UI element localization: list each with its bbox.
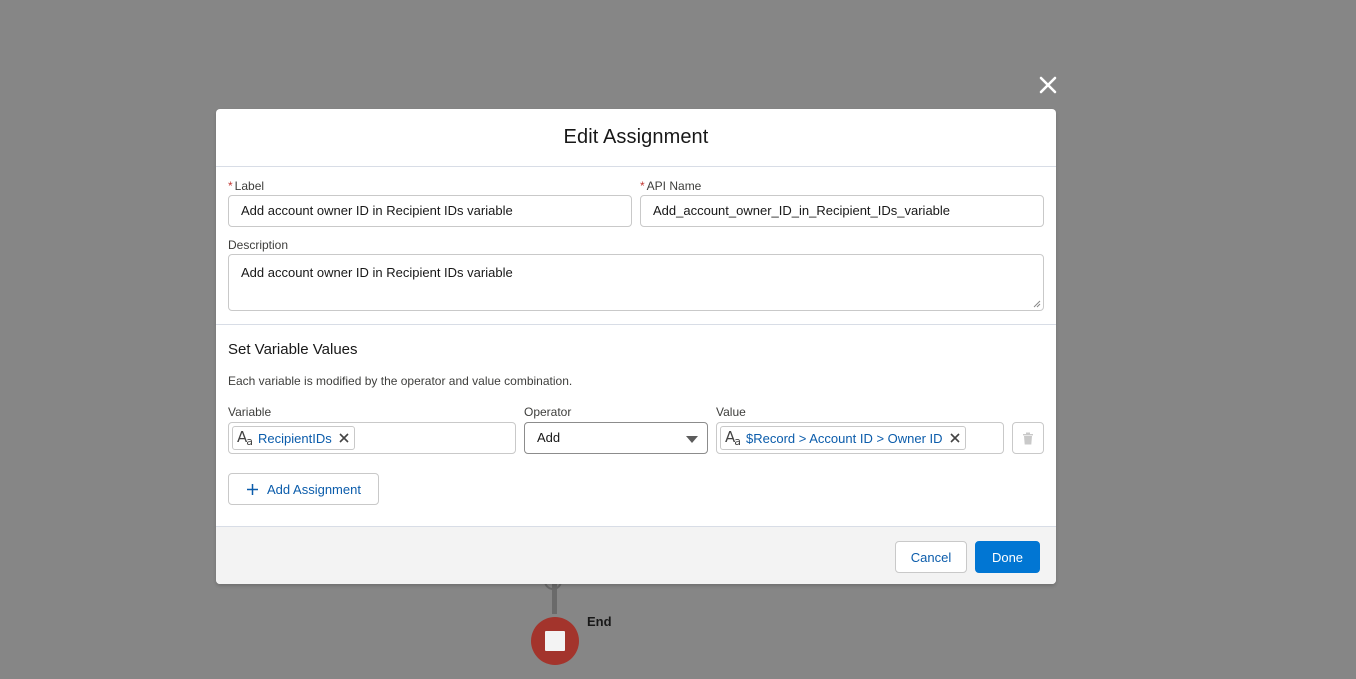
label-field: * Label Add account owner ID in Recipient…: [228, 177, 632, 227]
label-input[interactable]: Add account owner ID in Recipient IDs va…: [228, 195, 632, 227]
api-name-input[interactable]: Add_account_owner_ID_in_Recipient_IDs_va…: [640, 195, 1044, 227]
api-name-field-label: * API Name: [640, 179, 702, 193]
stop-icon: [545, 631, 565, 651]
variable-pill-label: RecipientIDs: [258, 430, 332, 446]
api-name-field: * API Name Add_account_owner_ID_in_Recipi…: [640, 177, 1044, 227]
operator-select[interactable]: Add: [524, 422, 708, 454]
remove-value-icon[interactable]: [949, 432, 961, 444]
description-text: Add account owner ID in Recipient IDs va…: [241, 265, 513, 280]
description-textarea[interactable]: Add account owner ID in Recipient IDs va…: [228, 254, 1044, 311]
delete-row-button[interactable]: [1012, 422, 1044, 454]
variable-pill[interactable]: Aa RecipientIDs: [232, 426, 355, 450]
remove-variable-icon[interactable]: [338, 432, 350, 444]
value-pill[interactable]: Aa $Record > Account ID > Owner ID: [720, 426, 966, 450]
add-assignment-label: Add Assignment: [267, 481, 361, 497]
done-button[interactable]: Done: [975, 541, 1040, 573]
edit-assignment-modal: Edit Assignment * Label Add account owner…: [216, 109, 1056, 584]
value-combobox[interactable]: Aa $Record > Account ID > Owner ID: [716, 422, 1004, 454]
chevron-down-icon: [686, 436, 698, 443]
add-assignment-button[interactable]: Add Assignment: [228, 473, 379, 505]
variable-combobox[interactable]: Aa RecipientIDs: [228, 422, 516, 454]
add-icon: [247, 483, 259, 495]
text-type-icon: Aa: [725, 428, 741, 448]
trash-icon: [1023, 432, 1033, 444]
resize-grip-icon[interactable]: [1033, 300, 1041, 308]
required-marker: *: [640, 179, 645, 193]
section-title: Set Variable Values: [228, 341, 358, 358]
label-field-label: * Label: [228, 179, 265, 193]
modal-header: Edit Assignment: [216, 109, 1056, 167]
modal-title: Edit Assignment: [563, 126, 709, 148]
set-variable-values-section: Set Variable Values Each variable is mod…: [216, 325, 1056, 516]
variable-column-label: Variable: [228, 405, 272, 419]
section-subtitle: Each variable is modified by the operato…: [228, 374, 573, 388]
close-icon[interactable]: [1036, 73, 1060, 97]
value-column-label: Value: [716, 405, 746, 419]
end-node[interactable]: [531, 617, 579, 665]
properties-section: * Label Add account owner ID in Recipient…: [216, 167, 1056, 325]
required-marker: *: [228, 179, 233, 193]
operator-select-value: Add: [537, 430, 561, 445]
value-pill-label: $Record > Account ID > Owner ID: [746, 430, 943, 446]
operator-column-label: Operator: [524, 405, 572, 419]
description-field-label: Description: [228, 238, 289, 252]
modal-footer: Cancel Done: [216, 526, 1056, 584]
end-node-label: End: [587, 614, 612, 629]
assignment-row: Aa RecipientIDs Add Aa $Record > Account…: [228, 422, 1044, 454]
assignment-column-headers: Variable Operator Value: [228, 403, 1044, 421]
text-type-icon: Aa: [237, 428, 253, 448]
cancel-button[interactable]: Cancel: [895, 541, 967, 573]
